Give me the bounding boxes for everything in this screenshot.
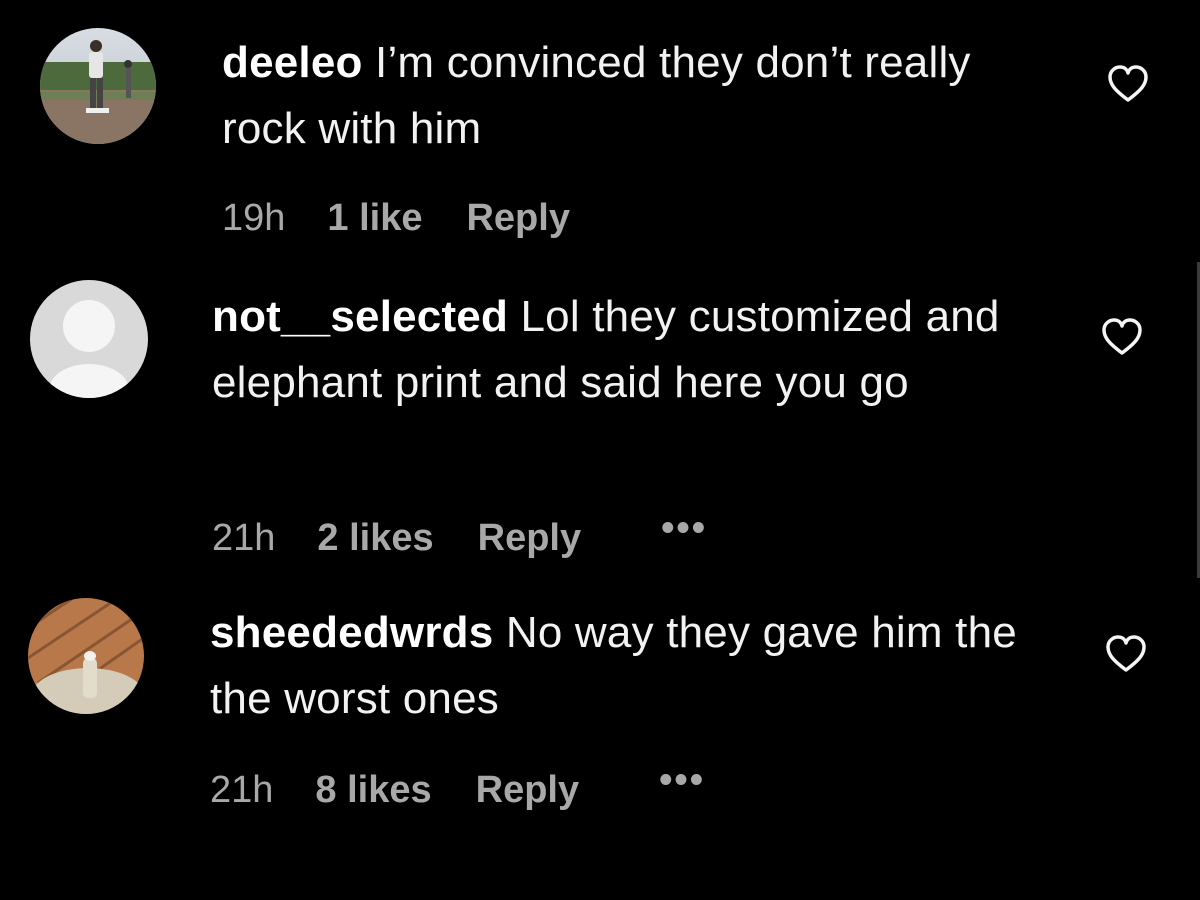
reply-button[interactable]: Reply [466, 196, 569, 240]
comment-likes[interactable]: 8 likes [315, 768, 431, 812]
comments-panel: deeleo I’m convinced they don’t really r… [0, 0, 1200, 900]
heart-outline-icon[interactable] [1106, 64, 1150, 104]
avatar[interactable] [30, 280, 148, 398]
more-options-icon[interactable]: ••• [661, 506, 707, 550]
comment-item: sheededwrds No way they gave him the the… [0, 578, 1200, 900]
comment-body: sheededwrds No way they gave him the the… [210, 600, 1060, 732]
avatar[interactable] [40, 28, 156, 144]
comment-username[interactable]: deeleo [222, 38, 363, 87]
comment-likes[interactable]: 2 likes [317, 516, 433, 560]
comment-username[interactable]: not__selected [212, 292, 508, 341]
comment-item: deeleo I’m convinced they don’t really r… [0, 0, 1200, 262]
comment-meta: 21h 8 likes Reply ••• [210, 759, 705, 812]
more-options-icon[interactable]: ••• [659, 758, 705, 802]
comment-time: 19h [222, 197, 286, 239]
reply-button[interactable]: Reply [478, 516, 581, 560]
comment-meta: 19h 1 like Reply [222, 196, 650, 240]
comment-likes[interactable]: 1 like [327, 196, 422, 240]
heart-outline-icon[interactable] [1104, 634, 1148, 674]
reply-button[interactable]: Reply [476, 768, 579, 812]
comment-meta: 21h 2 likes Reply ••• [212, 507, 707, 560]
comment-body: not__selected Lol they customized and el… [212, 284, 1032, 416]
comment-username[interactable]: sheededwrds [210, 608, 493, 657]
comment-time: 21h [210, 769, 274, 811]
comment-time: 21h [212, 517, 276, 559]
heart-outline-icon[interactable] [1100, 317, 1144, 357]
avatar[interactable] [28, 598, 144, 714]
comment-item: not__selected Lol they customized and el… [0, 262, 1200, 578]
comment-body: deeleo I’m convinced they don’t really r… [222, 30, 1042, 162]
